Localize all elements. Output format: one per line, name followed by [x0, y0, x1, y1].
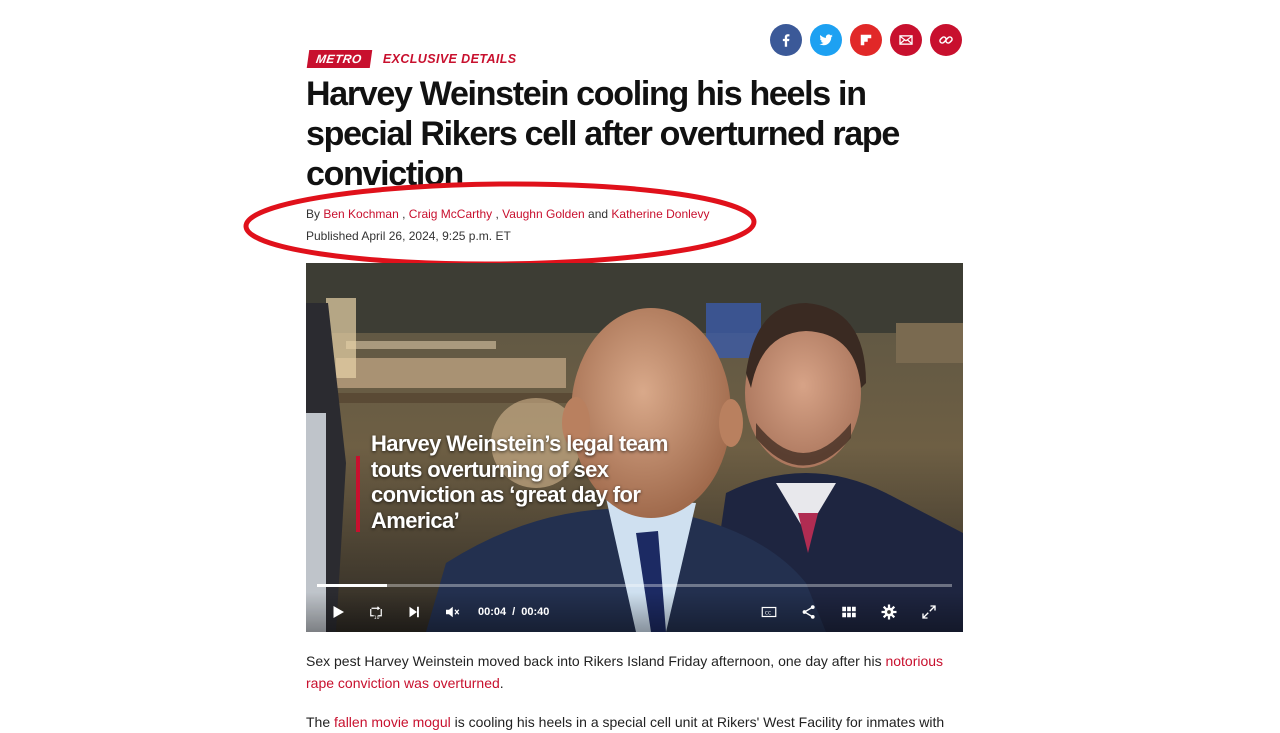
- paragraph-end: .: [499, 675, 504, 691]
- video-caption: Harvey Weinstein’s legal team touts over…: [371, 431, 668, 533]
- skip-next-icon: [409, 606, 419, 618]
- share-bar: [770, 24, 962, 56]
- svg-text:10: 10: [374, 615, 380, 621]
- byline-separator: ,: [402, 207, 406, 221]
- kicker-label: EXCLUSIVE DETAILS: [382, 52, 517, 66]
- byline-prefix: By: [306, 207, 321, 221]
- byline-separator: ,: [495, 207, 499, 221]
- video-share-button[interactable]: [795, 598, 823, 626]
- settings-button[interactable]: [875, 598, 903, 626]
- paragraph-text: The: [306, 714, 335, 730]
- play-icon: [333, 606, 344, 618]
- twitter-share-button[interactable]: [810, 24, 842, 56]
- copy-link-button[interactable]: [930, 24, 962, 56]
- author-link-4[interactable]: Katherine Donlevy: [611, 207, 709, 221]
- skip-next-button[interactable]: [400, 598, 428, 626]
- mute-button[interactable]: [438, 598, 466, 626]
- facebook-share-button[interactable]: [770, 24, 802, 56]
- video-time: 00:04 / 00:40: [478, 606, 549, 618]
- settings-icon: [881, 604, 897, 620]
- author-link-2[interactable]: Craig McCarthy: [409, 207, 492, 221]
- article-paragraph-1: Sex pest Harvey Weinstein moved back int…: [306, 650, 966, 694]
- duration: 00:40: [521, 606, 550, 618]
- published-date: Published April 26, 2024, 9:25 p.m. ET: [306, 229, 511, 243]
- share-icon: [802, 605, 815, 619]
- article-paragraph-2: The fallen movie mogul is cooling his he…: [306, 711, 966, 733]
- flipboard-share-button[interactable]: [850, 24, 882, 56]
- play-button[interactable]: [324, 598, 352, 626]
- time-separator: /: [512, 606, 516, 618]
- link-icon: [939, 36, 953, 44]
- video-progress-fill: [317, 584, 387, 587]
- section-tag[interactable]: METRO: [306, 50, 373, 68]
- byline: By Ben Kochman , Craig McCarthy , Vaughn…: [306, 207, 709, 221]
- byline-and: and: [588, 207, 609, 221]
- flipboard-icon: [860, 34, 872, 46]
- fullscreen-button[interactable]: [915, 598, 943, 626]
- more-videos-button[interactable]: [835, 598, 863, 626]
- captions-button[interactable]: CC: [755, 598, 783, 626]
- svg-text:CC: CC: [765, 610, 771, 616]
- video-controls: 10 00:04 / 00:40 CC: [306, 592, 963, 632]
- mail-icon: [899, 35, 913, 45]
- video-progress-bar[interactable]: [317, 584, 952, 587]
- current-time: 00:04: [478, 606, 507, 618]
- facebook-icon: [782, 34, 790, 47]
- replay-10-icon: 10: [370, 606, 382, 621]
- twitter-icon: [819, 34, 833, 46]
- video-player[interactable]: Harvey Weinstein’s legal team touts over…: [306, 263, 963, 632]
- author-link-1[interactable]: Ben Kochman: [323, 207, 398, 221]
- caption-accent-bar: [356, 456, 360, 532]
- mute-icon: [446, 606, 460, 618]
- email-share-button[interactable]: [890, 24, 922, 56]
- grid-icon: [842, 606, 856, 618]
- article-headline: Harvey Weinstein cooling his heels in sp…: [306, 75, 900, 190]
- paragraph-text: is cooling his heels in a special cell u…: [450, 714, 945, 730]
- author-link-3[interactable]: Vaughn Golden: [502, 207, 585, 221]
- replay-10-button[interactable]: 10: [362, 598, 390, 626]
- movie-mogul-link[interactable]: fallen movie mogul: [334, 714, 451, 730]
- fullscreen-icon: [922, 605, 936, 619]
- annotation-ellipse: [243, 181, 757, 267]
- article-kicker: METRO EXCLUSIVE DETAILS: [306, 50, 517, 68]
- captions-icon: CC: [761, 606, 777, 618]
- paragraph-text: Sex pest Harvey Weinstein moved back int…: [306, 653, 886, 669]
